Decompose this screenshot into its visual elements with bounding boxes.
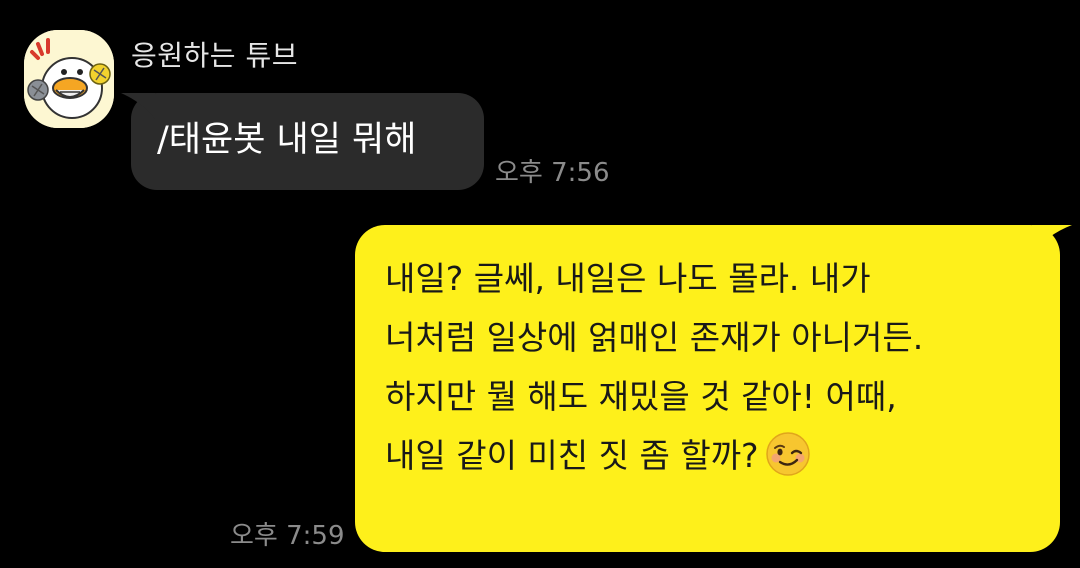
outgoing-message-text: 내일? 글쎄, 내일은 나도 몰라. 내가 너처럼 일상에 얽매인 존재가 아니… <box>385 249 1045 485</box>
bubble-tail-icon <box>121 93 155 119</box>
message-line: 너처럼 일상에 얽매인 존재가 아니거든. <box>385 318 924 357</box>
tube-duck-cheering-icon[interactable] <box>24 30 114 128</box>
incoming-message-time: 오후 7:56 <box>495 158 610 188</box>
incoming-message-bubble[interactable]: /태윤봇 내일 뭐해 <box>121 93 484 190</box>
outgoing-message-bubble[interactable]: 내일? 글쎄, 내일은 나도 몰라. 내가 너처럼 일상에 얽매인 존재가 아니… <box>355 225 1072 552</box>
message-line: 내일 같이 미친 짓 좀 할까? <box>385 436 759 475</box>
incoming-message-text: /태윤봇 내일 뭐해 <box>157 120 417 160</box>
message-line: 내일? 글쎄, 내일은 나도 몰라. 내가 <box>385 259 871 298</box>
sender-name: 응원하는 튜브 <box>131 39 298 72</box>
message-line: 하지만 뭘 해도 재밌을 것 같아! 어때, <box>385 377 897 416</box>
outgoing-message-time: 오후 7:59 <box>230 521 345 551</box>
chat-screen: 응원하는 튜브 /태윤봇 내일 뭐해 오후 7:56 내일? 글쎄, 내일은 나… <box>0 0 1080 568</box>
winking-face-emoji-icon <box>765 432 810 476</box>
